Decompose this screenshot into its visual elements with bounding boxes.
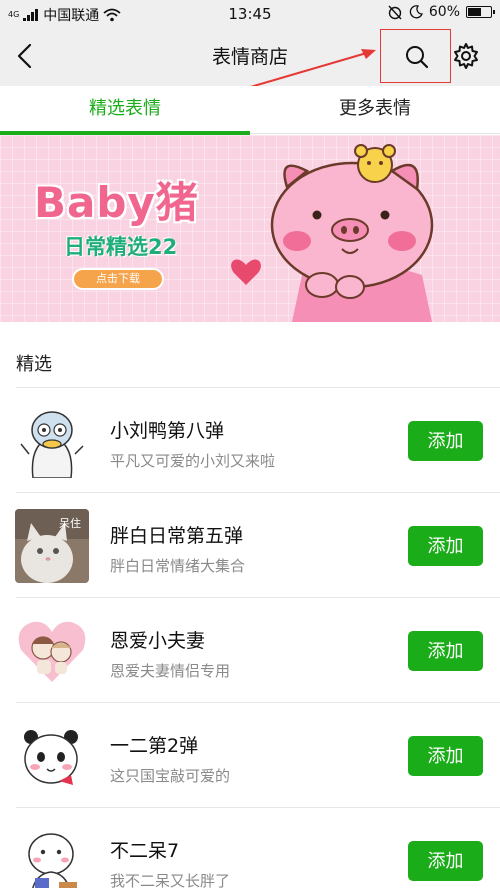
search-button[interactable] — [380, 29, 451, 83]
battery-label: 60% — [428, 4, 460, 20]
item-description: 胖白日常情绪大集合 — [110, 557, 246, 575]
item-name: 小刘鸭第八弹 — [110, 420, 225, 442]
add-button[interactable]: 添加 — [408, 631, 483, 671]
list-item[interactable]: 呆住 胖白日常第五弹 胖白日常情绪大集合 添加 — [0, 493, 500, 598]
item-description: 恩爱夫妻情侣专用 — [110, 662, 231, 680]
add-button[interactable]: 添加 — [408, 736, 483, 776]
banner-subtitle: 日常精选22 — [64, 235, 178, 259]
panda-sticker-icon — [15, 719, 89, 793]
no-disturb-icon — [409, 5, 423, 19]
pig-mascot-icon — [231, 144, 434, 322]
item-description: 平凡又可爱的小刘又来啦 — [110, 452, 276, 470]
item-name: 一二第2弹 — [110, 735, 199, 757]
battery-fill — [468, 8, 481, 16]
search-icon — [406, 46, 429, 69]
status-bar: 4G 中国联通 13:45 60% — [0, 0, 500, 28]
duck-sticker-icon — [15, 404, 89, 478]
item-description: 我不二呆又长胖了 — [110, 872, 231, 888]
battery-icon — [466, 6, 495, 18]
alarm-off-icon — [388, 5, 402, 20]
item-name: 胖白日常第五弹 — [110, 525, 244, 547]
add-button[interactable]: 添加 — [408, 841, 483, 881]
item-name: 不二呆7 — [110, 840, 180, 862]
list-item[interactable]: 恩爱小夫妻 恩爱夫妻情侣专用 添加 — [0, 598, 500, 703]
section-title: 精选 — [16, 354, 52, 375]
banner-title: Baby猪 — [34, 178, 199, 227]
promo-banner[interactable]: Baby猪 日常精选22 点击下载 — [0, 135, 500, 322]
sticker-list: 小刘鸭第八弹 平凡又可爱的小刘又来啦 添加 呆住 胖白日常第五弹 胖白日常情绪大… — [0, 388, 500, 888]
list-item[interactable]: 小刘鸭第八弹 平凡又可爱的小刘又来啦 添加 — [0, 388, 500, 493]
tab-featured-stickers[interactable]: 精选表情 — [0, 86, 250, 135]
item-name: 恩爱小夫妻 — [110, 630, 206, 652]
tab-more-stickers[interactable]: 更多表情 — [250, 86, 500, 134]
banner-download-button[interactable]: 点击下载 — [72, 268, 164, 290]
cat-photo-caption: 呆住 — [59, 516, 81, 530]
add-button[interactable]: 添加 — [408, 526, 483, 566]
add-button[interactable]: 添加 — [408, 421, 483, 461]
couple-heart-icon — [15, 614, 89, 688]
gear-icon — [454, 43, 478, 69]
item-description: 这只国宝敲可爱的 — [110, 767, 231, 785]
cat-photo-icon: 呆住 — [15, 509, 89, 583]
chubby-character-icon — [15, 824, 89, 888]
status-right: 60% — [387, 4, 495, 20]
list-item[interactable]: 不二呆7 我不二呆又长胖了 添加 — [0, 808, 500, 888]
list-item[interactable]: 一二第2弹 这只国宝敲可爱的 添加 — [0, 703, 500, 808]
settings-button[interactable] — [451, 41, 481, 71]
tab-bar: 精选表情 更多表情 — [0, 86, 500, 135]
